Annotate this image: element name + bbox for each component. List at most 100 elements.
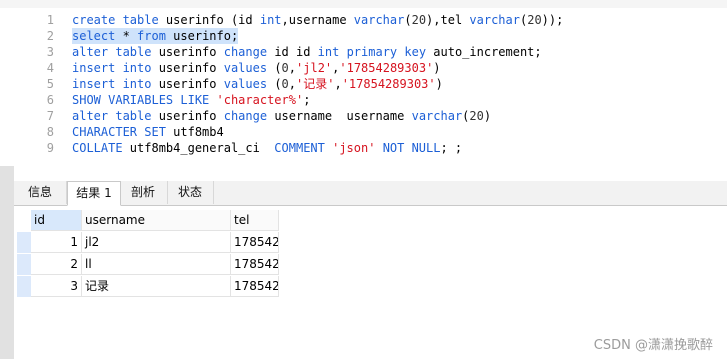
table-cell[interactable]: jl2	[82, 232, 231, 253]
code-token: 20	[527, 13, 542, 27]
code-token: auto_increment;	[433, 45, 542, 59]
table-cell[interactable]: 178542	[231, 254, 279, 275]
code-text: select * from userinfo;	[72, 28, 239, 44]
code-token: ;	[303, 93, 311, 107]
code-line[interactable]: 6 SHOW VARIABLES LIKE 'character%';	[14, 92, 727, 108]
tab-2[interactable]: 剖析	[119, 181, 168, 204]
code-token: values	[223, 77, 275, 91]
code-token: SHOW VARIABLES LIKE	[72, 93, 217, 107]
line-number: 4	[46, 61, 54, 75]
table-cell[interactable]: 1	[31, 232, 82, 253]
table-cell[interactable]: 记录	[82, 276, 231, 297]
code-token: COLLATE	[72, 141, 130, 155]
code-token: utf8mb4_general_ci	[129, 141, 275, 155]
column-header-id[interactable]: id	[31, 210, 82, 231]
code-token: change	[223, 109, 275, 123]
code-token: ));	[541, 13, 564, 27]
code-token: (	[274, 61, 282, 75]
code-token: ; ;	[440, 141, 463, 155]
code-line[interactable]: 5 insert into userinfo values (0,'记录','17…	[14, 76, 727, 92]
code-text: alter table userinfo change username use…	[72, 108, 491, 124]
code-text: COLLATE utf8mb4_general_ci COMMENT 'json…	[72, 140, 462, 156]
code-line[interactable]: 4 insert into userinfo values (0,'jl2','1…	[14, 60, 727, 76]
code-token: '17854289303'	[341, 77, 436, 91]
code-token: insert into	[72, 77, 159, 91]
code-token: (	[274, 77, 282, 91]
watermark: CSDN @潇潇挽歌醉	[593, 338, 713, 353]
code-token: 20	[411, 13, 427, 27]
tab-3[interactable]: 状态	[167, 181, 214, 204]
code-token: varchar	[353, 13, 405, 27]
code-token: username username	[274, 109, 412, 123]
code-text: SHOW VARIABLES LIKE 'character%';	[72, 92, 310, 108]
code-token: '记录'	[296, 77, 335, 91]
code-token: ),tel	[426, 13, 470, 27]
code-token: varchar	[469, 13, 520, 27]
tab-0[interactable]: 信息	[14, 181, 67, 204]
code-text: alter table userinfo change id id int pr…	[72, 44, 542, 60]
code-token: COMMENT	[274, 141, 333, 155]
code-token: 0	[281, 61, 289, 75]
tab-1[interactable]: 结果 1	[67, 181, 121, 206]
code-token: 'json'	[332, 141, 376, 155]
line-number: 3	[46, 45, 54, 59]
table-cell[interactable]: 3	[31, 276, 82, 297]
code-text: insert into userinfo values (0,'jl2','17…	[72, 60, 441, 76]
code-token: userinfo	[158, 109, 224, 123]
table-cell[interactable]: ll	[82, 254, 231, 275]
code-token: NOT NULL	[382, 141, 441, 155]
code-token: 20	[469, 109, 484, 123]
code-line[interactable]: 3 alter table userinfo change id id int p…	[14, 44, 727, 60]
table-cell[interactable]: 178542	[231, 276, 279, 297]
code-line[interactable]: 9 COLLATE utf8mb4_general_ci COMMENT 'jso…	[14, 140, 727, 156]
code-token: from	[137, 29, 166, 43]
code-token: int	[259, 13, 282, 27]
table-cell[interactable]: 178542	[231, 232, 279, 253]
code-token: change	[223, 45, 275, 59]
code-token: )	[483, 109, 492, 123]
code-token: create table	[72, 13, 166, 27]
code-token: select	[72, 29, 116, 43]
line-number: 1	[46, 13, 54, 27]
code-token: alter table	[72, 109, 159, 123]
line-number: 6	[46, 93, 54, 107]
toolbar-strip	[0, 0, 727, 8]
code-text: CHARACTER SET utf8mb4	[72, 124, 224, 140]
sql-editor[interactable]: 1 create table userinfo (id int,username …	[14, 8, 727, 172]
row-selector[interactable]	[17, 276, 31, 297]
code-token: )	[433, 61, 441, 75]
code-token: ,	[288, 61, 297, 75]
code-token: ,	[288, 77, 297, 91]
column-header-username[interactable]: username	[82, 210, 231, 231]
code-token: )	[435, 77, 443, 91]
code-line[interactable]: 2 select * from userinfo;	[14, 28, 727, 44]
row-selector[interactable]	[17, 254, 31, 275]
code-line[interactable]: 1 create table userinfo (id int,username …	[14, 12, 727, 28]
line-number: 7	[46, 109, 54, 123]
line-number: 5	[46, 77, 54, 91]
code-token: userinfo	[158, 45, 224, 59]
code-token: 'character%'	[216, 93, 304, 107]
left-panel-edge	[0, 166, 14, 359]
code-token: utf8mb4	[173, 125, 224, 139]
code-token: userinfo (id	[165, 13, 260, 27]
column-header-tel[interactable]: tel	[231, 210, 279, 231]
code-token: userinfo	[158, 61, 224, 75]
line-number: 9	[46, 141, 54, 155]
code-token: '17854289303'	[339, 61, 434, 75]
row-selector[interactable]	[17, 232, 31, 253]
line-number: 8	[46, 125, 54, 139]
code-text: create table userinfo (id int,username v…	[72, 12, 563, 28]
code-text: insert into userinfo values (0,'记录','178…	[72, 76, 443, 92]
code-token: values	[223, 61, 275, 75]
code-token: alter table	[72, 45, 159, 59]
code-token: 'jl2'	[296, 61, 333, 75]
code-token: ,	[334, 77, 342, 91]
code-line[interactable]: 8 CHARACTER SET utf8mb4	[14, 124, 727, 140]
result-tabs: 信息 结果 1 剖析 状态	[14, 181, 727, 206]
code-token: id id	[274, 45, 318, 59]
code-line[interactable]: 7 alter table userinfo change username us…	[14, 108, 727, 124]
code-token: userinfo	[158, 77, 224, 91]
table-cell[interactable]: 2	[31, 254, 82, 275]
